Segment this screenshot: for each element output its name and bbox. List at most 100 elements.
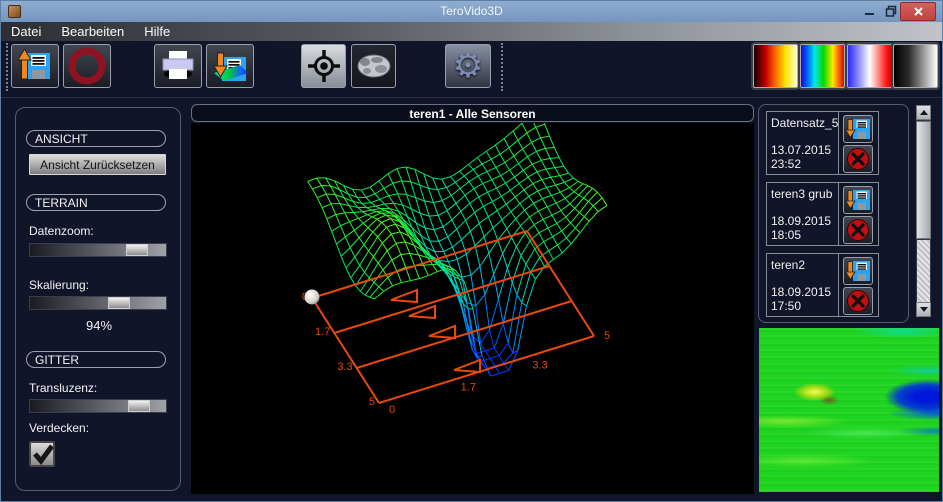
print-button[interactable]: [154, 44, 202, 88]
menu-datei[interactable]: Datei: [11, 24, 41, 39]
restore-icon: [885, 5, 897, 17]
dataset-item[interactable]: teren3 grub 18.09.2015 18:05: [766, 182, 879, 246]
dataset-save-button[interactable]: [843, 257, 873, 285]
dataset-delete-button[interactable]: [843, 145, 873, 173]
skalierung-label: Skalierung:: [29, 278, 89, 292]
printer-icon: [160, 50, 196, 82]
record-circle-icon: [67, 46, 107, 86]
minimize-button[interactable]: [860, 1, 878, 21]
globe-button[interactable]: [351, 44, 396, 88]
restore-button[interactable]: [882, 1, 900, 21]
palette-hot-button[interactable]: [753, 44, 798, 88]
dataset-name: teren3 grub: [771, 187, 832, 201]
dataset-date: 18.09.2015: [771, 214, 831, 228]
axis-label: 5: [604, 330, 610, 342]
divider: [838, 183, 839, 245]
direction-marker: [391, 290, 417, 302]
load-button[interactable]: [11, 44, 59, 88]
toolbar-separator: [6, 43, 8, 91]
transluzenz-label: Transluzenz:: [29, 381, 97, 395]
axis-label: 1.7: [315, 326, 330, 338]
record-button[interactable]: [63, 44, 111, 88]
delete-icon: [845, 288, 871, 314]
heatmap-preview: [759, 328, 939, 492]
load-floppy-icon: [16, 47, 54, 85]
save-floppy-icon: [845, 187, 872, 213]
viewport-title: teren1 - Alle Sensoren: [191, 104, 754, 122]
datenzoom-slider[interactable]: [29, 243, 167, 257]
section-ansicht: ANSICHT: [26, 130, 166, 147]
menu-hilfe[interactable]: Hilfe: [144, 24, 170, 39]
verdecken-checkbox[interactable]: [29, 441, 55, 467]
dataset-date: 18.09.2015: [771, 285, 831, 299]
axis-label: 3.3: [337, 361, 352, 373]
section-gitter: GITTER: [26, 351, 166, 368]
dataset-item[interactable]: teren2 18.09.2015 17:50: [766, 253, 879, 317]
crosshair-icon: [305, 47, 343, 85]
transluzenz-slider-handle[interactable]: [128, 400, 150, 412]
export-button[interactable]: [206, 44, 254, 88]
export-floppy-icon: [210, 47, 250, 85]
center-view-button[interactable]: [301, 44, 346, 88]
divider: [838, 254, 839, 316]
dataset-delete-button[interactable]: [843, 216, 873, 244]
gear-icon: ⚙: [453, 49, 483, 83]
axis-label: 1.7: [461, 382, 476, 394]
axis-label: 3.3: [532, 359, 547, 371]
menu-bar: Datei Bearbeiten Hilfe: [1, 22, 942, 41]
globe-icon: [355, 52, 393, 80]
dataset-delete-button[interactable]: [843, 287, 873, 315]
dataset-save-button[interactable]: [843, 186, 873, 214]
datenzoom-label: Datenzoom:: [29, 224, 94, 238]
palette-grayscale-button[interactable]: [893, 44, 938, 88]
minimize-icon: [864, 6, 875, 17]
dataset-name: Datensatz_5: [771, 116, 838, 130]
dataset-name: teren2: [771, 258, 805, 272]
scrollbar-thumb[interactable]: [916, 121, 931, 239]
delete-icon: [845, 146, 871, 172]
dataset-item[interactable]: Datensatz_5 13.07.2015 23:52: [766, 111, 879, 175]
datenzoom-slider-handle[interactable]: [126, 244, 148, 256]
dataset-save-button[interactable]: [843, 115, 873, 143]
terrain-mesh: [308, 123, 607, 376]
scrollbar-track[interactable]: [917, 240, 930, 302]
checkmark-icon: [31, 442, 53, 466]
menu-bearbeiten[interactable]: Bearbeiten: [61, 24, 124, 39]
toolbar-separator: [501, 43, 503, 91]
ground-grid: 01.73.3501.73.35: [302, 231, 610, 416]
axis-label: 0: [389, 404, 395, 416]
axis-label: 5: [369, 396, 375, 408]
dataset-scrollbar[interactable]: [916, 105, 931, 317]
palette-rainbow-button[interactable]: [800, 44, 845, 88]
viewport-3d-canvas[interactable]: 01.73.3501.73.35: [191, 123, 754, 494]
toolbar: ⚙: [1, 41, 942, 98]
scroll-up-button[interactable]: [916, 105, 931, 120]
close-icon: [913, 6, 924, 17]
dataset-time: 18:05: [771, 228, 801, 242]
direction-marker: [429, 326, 455, 338]
section-terrain: TERRAIN: [26, 194, 166, 211]
skalierung-readout: 94%: [16, 318, 182, 333]
transluzenz-slider[interactable]: [29, 399, 167, 413]
reset-view-button[interactable]: Ansicht Zurücksetzen: [29, 154, 166, 175]
dataset-time: 23:52: [771, 157, 801, 171]
title-bar[interactable]: TeroVido3D: [1, 1, 942, 22]
skalierung-slider-handle[interactable]: [108, 297, 130, 309]
palette-blue-white-red-button[interactable]: [847, 44, 892, 88]
delete-icon: [845, 217, 871, 243]
scroll-up-icon: [920, 110, 928, 115]
dataset-time: 17:50: [771, 299, 801, 313]
app-window: TeroVido3D Datei Bearbeiten Hilfe: [0, 0, 943, 502]
skalierung-slider[interactable]: [29, 296, 167, 310]
dataset-list: Datensatz_5 13.07.2015 23:52: [758, 104, 909, 323]
save-floppy-icon: [845, 258, 872, 284]
verdecken-label: Verdecken:: [29, 421, 89, 435]
terrain-scene: 01.73.3501.73.35: [191, 123, 754, 494]
divider: [838, 112, 839, 174]
direction-marker: [454, 360, 480, 372]
scroll-down-button[interactable]: [916, 302, 931, 317]
settings-button[interactable]: ⚙: [445, 44, 491, 88]
close-button[interactable]: [900, 2, 936, 21]
origin-sphere: [305, 290, 320, 305]
scroll-down-icon: [920, 307, 928, 312]
